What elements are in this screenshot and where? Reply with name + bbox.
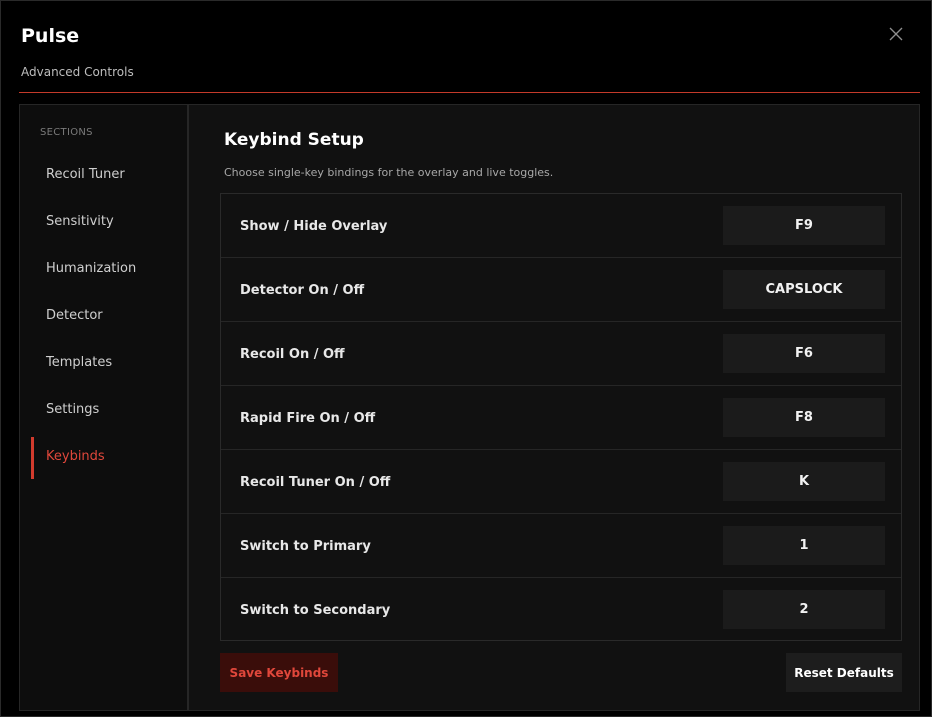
- keybind-label: Recoil On / Off: [240, 346, 345, 362]
- keybind-button[interactable]: F8: [723, 398, 885, 437]
- app-subtitle: Advanced Controls: [21, 65, 134, 79]
- page-title: Keybind Setup: [224, 130, 364, 150]
- close-button[interactable]: [885, 23, 907, 45]
- keybind-row: Switch to Primary 1: [221, 514, 901, 578]
- keybind-row: Rapid Fire On / Off F8: [221, 386, 901, 450]
- keybind-button[interactable]: CAPSLOCK: [723, 270, 885, 309]
- keybind-label: Switch to Secondary: [240, 602, 391, 618]
- close-icon: [889, 27, 903, 41]
- keybind-row: Detector On / Off CAPSLOCK: [221, 258, 901, 322]
- reset-defaults-button[interactable]: Reset Defaults: [786, 653, 902, 692]
- keybind-button[interactable]: F9: [723, 206, 885, 245]
- page-description: Choose single-key bindings for the overl…: [224, 166, 554, 179]
- keybind-row: Switch to Secondary 2: [221, 578, 901, 642]
- sidebar-item-keybinds[interactable]: Keybinds: [31, 437, 181, 479]
- keybind-label: Recoil Tuner On / Off: [240, 474, 391, 490]
- keybind-button[interactable]: F6: [723, 334, 885, 373]
- app-title: Pulse: [21, 25, 80, 47]
- sidebar-item-sensitivity[interactable]: Sensitivity: [31, 205, 181, 237]
- keybind-label: Rapid Fire On / Off: [240, 410, 376, 426]
- keybind-label: Show / Hide Overlay: [240, 218, 388, 234]
- main-panel: Keybind Setup Choose single-key bindings…: [188, 104, 920, 711]
- keybind-label: Switch to Primary: [240, 538, 371, 554]
- keybind-button[interactable]: K: [723, 462, 885, 501]
- header-divider: [19, 92, 920, 93]
- sections-label: SECTIONS: [40, 127, 93, 138]
- keybind-button[interactable]: 1: [723, 526, 885, 565]
- save-keybinds-button[interactable]: Save Keybinds: [220, 653, 338, 692]
- keybind-button[interactable]: 2: [723, 590, 885, 629]
- keybind-row: Recoil On / Off F6: [221, 322, 901, 386]
- keybind-table: Show / Hide Overlay F9 Detector On / Off…: [220, 193, 902, 641]
- sidebar-item-detector[interactable]: Detector: [31, 299, 181, 331]
- keybind-row: Show / Hide Overlay F9: [221, 194, 901, 258]
- keybind-label: Detector On / Off: [240, 282, 365, 298]
- sidebar-item-humanization[interactable]: Humanization: [31, 252, 181, 284]
- app-window: Pulse Advanced Controls SECTIONS Recoil …: [0, 0, 932, 717]
- keybind-row: Recoil Tuner On / Off K: [221, 450, 901, 514]
- sidebar-item-settings[interactable]: Settings: [31, 393, 181, 425]
- sidebar: SECTIONS Recoil Tuner Sensitivity Humani…: [19, 104, 188, 711]
- sidebar-item-templates[interactable]: Templates: [31, 346, 181, 378]
- sidebar-item-recoil-tuner[interactable]: Recoil Tuner: [31, 158, 181, 190]
